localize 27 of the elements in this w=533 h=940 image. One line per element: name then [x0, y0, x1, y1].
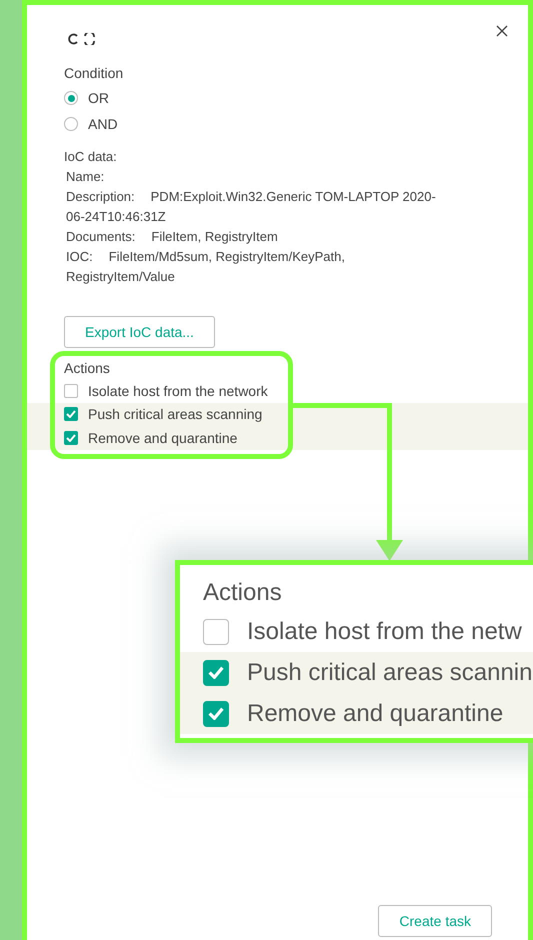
actions-label: Actions — [64, 359, 111, 378]
checkbox[interactable] — [64, 430, 78, 445]
ioc-field: Name: — [66, 167, 448, 187]
radio-button[interactable] — [64, 91, 78, 105]
radio-button[interactable] — [64, 117, 78, 131]
checkbox-label[interactable]: Isolate host from the network — [88, 382, 268, 399]
ioc-data-heading: IoC data: — [64, 148, 118, 166]
checkbox-label: Remove and quarantine — [247, 700, 504, 728]
checkbox[interactable] — [64, 407, 78, 422]
ioc-field: Documents: FileItem, RegistryItem — [66, 227, 448, 247]
ioc-field: IOC: FileItem/Md5sum, RegistryItem/KeyPath, RegistryItem/Value — [66, 247, 448, 287]
check-icon — [208, 707, 224, 720]
radio-label[interactable]: OR — [88, 90, 109, 106]
partial-logo-icon — [68, 33, 96, 45]
radio-label[interactable]: AND — [88, 116, 118, 132]
actions-label: Actions — [202, 578, 283, 608]
check-icon — [208, 666, 224, 679]
checkbox[interactable] — [64, 384, 78, 398]
ioc-field: Description: PDM:Exploit.Win32.Generic TOM-LAPTOP 2020-06-24T10:46:31Z — [66, 187, 448, 227]
check-icon — [66, 410, 76, 418]
check-icon — [66, 434, 76, 442]
checkbox-label[interactable]: Remove and quarantine — [88, 430, 238, 446]
checkbox-label: Isolate host from the netw — [247, 618, 522, 646]
condition-label: Condition — [64, 64, 124, 83]
checkbox-label: Push critical areas scannin — [247, 658, 532, 686]
checkbox-label[interactable]: Push critical areas scanning — [88, 406, 262, 422]
close-icon[interactable] — [496, 25, 508, 37]
